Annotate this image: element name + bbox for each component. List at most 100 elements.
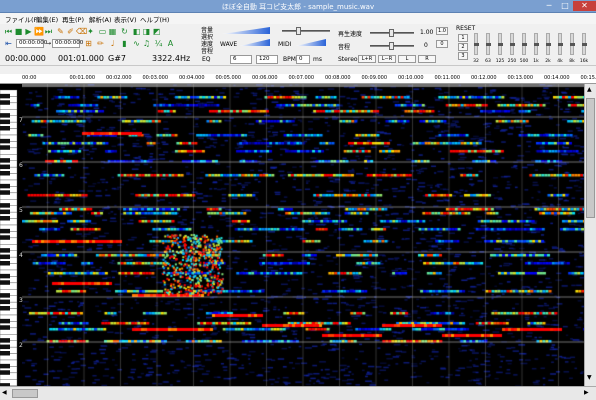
eq-band-slider[interactable]	[522, 33, 527, 55]
black-key[interactable]	[0, 145, 10, 150]
eq-band-slider[interactable]	[474, 33, 479, 55]
pitch-slider[interactable]	[370, 42, 414, 50]
black-key[interactable]	[0, 158, 10, 163]
loop-icon[interactable]: ↻	[120, 27, 129, 36]
range-start-icon[interactable]: ⇤	[4, 39, 13, 48]
marker-icon[interactable]: ✦	[86, 27, 95, 36]
scroll-down-icon[interactable]: ▼	[587, 374, 594, 382]
eq-band-slider[interactable]	[546, 33, 551, 55]
black-key[interactable]	[0, 363, 10, 369]
black-key[interactable]	[0, 113, 10, 118]
black-key[interactable]	[0, 273, 10, 279]
black-key[interactable]	[0, 183, 10, 189]
black-key[interactable]	[0, 370, 10, 375]
preset-2-button[interactable]: 2	[458, 43, 468, 51]
black-key[interactable]	[0, 338, 10, 343]
menu-view[interactable]: 表示(V)	[114, 14, 137, 24]
black-key[interactable]	[0, 190, 10, 195]
eq-band-slider[interactable]	[534, 33, 539, 55]
maximize-button[interactable]: □	[557, 1, 573, 11]
fast-forward-icon[interactable]: ⏩	[34, 27, 44, 36]
black-key[interactable]	[0, 248, 10, 253]
black-key[interactable]	[0, 344, 10, 350]
menu-play[interactable]: 再生(P)	[62, 14, 84, 24]
black-key[interactable]	[0, 318, 10, 324]
note-icon[interactable]: ♩	[108, 39, 117, 48]
select-icon[interactable]: ▭	[98, 27, 107, 36]
view1-icon[interactable]: ◧	[132, 27, 141, 36]
black-key[interactable]	[0, 293, 10, 298]
playback-speed-slider[interactable]	[370, 29, 414, 37]
note-alt-icon[interactable]: ▮	[120, 39, 129, 48]
range-start-input[interactable]: 00:00:000	[16, 39, 47, 48]
minimize-button[interactable]: ─	[541, 1, 557, 11]
fraction-icon[interactable]: ¼	[154, 39, 163, 48]
vertical-scroll-thumb[interactable]	[586, 98, 595, 218]
ms-input[interactable]: 0	[296, 55, 310, 64]
speed-reset-button[interactable]: 1.0	[436, 27, 448, 35]
midi-ramp[interactable]	[296, 39, 326, 46]
range-end-input[interactable]: 00:00:000	[52, 39, 83, 48]
black-key[interactable]	[0, 235, 10, 240]
menu-help[interactable]: ヘルプ(H)	[140, 14, 169, 24]
view2-icon[interactable]: ◨	[142, 27, 151, 36]
menu-file[interactable]: ファイル(F)	[5, 14, 40, 24]
pitch-reset-button[interactable]: 0	[436, 40, 448, 48]
black-key[interactable]	[0, 209, 10, 215]
brush-icon[interactable]: ✏	[96, 39, 105, 48]
black-key[interactable]	[0, 93, 10, 99]
black-key[interactable]	[0, 280, 10, 285]
preset-1-button[interactable]: 1	[458, 34, 468, 42]
time-ruler[interactable]: 00:00 00:01.000 00:02.000 00:03.000 00:04.00…	[0, 74, 596, 84]
grid-icon[interactable]: ▦	[108, 27, 117, 36]
vertical-scrollbar[interactable]: ▲ ▼	[584, 84, 596, 386]
spectrum-view[interactable]: 7 6 5 4 3 2	[0, 84, 596, 386]
eq-reset-label[interactable]: RESET	[456, 25, 475, 32]
eq-band-slider[interactable]	[558, 33, 563, 55]
black-key[interactable]	[0, 325, 10, 330]
preset-3-button[interactable]: 3	[458, 52, 468, 60]
close-button[interactable]: ✕	[573, 1, 596, 11]
black-key[interactable]	[0, 261, 10, 266]
stereo-r-button[interactable]: R	[418, 55, 436, 63]
play-icon[interactable]: ▶	[24, 27, 33, 36]
pen-alt-icon[interactable]: ✐	[66, 27, 75, 36]
volume-slider[interactable]	[282, 27, 330, 35]
black-key[interactable]	[0, 171, 10, 176]
eq-band-slider[interactable]	[582, 33, 587, 55]
scroll-left-icon[interactable]: ◀	[2, 389, 7, 396]
pen-icon[interactable]: ✎	[56, 27, 65, 36]
eq-input[interactable]: 6	[230, 55, 252, 64]
black-key[interactable]	[0, 299, 10, 305]
black-key[interactable]	[0, 216, 10, 221]
horizontal-scroll-thumb[interactable]	[12, 389, 38, 398]
black-key[interactable]	[0, 164, 10, 170]
spectrogram-canvas[interactable]	[22, 84, 584, 386]
black-key[interactable]	[0, 203, 10, 208]
scroll-right-icon[interactable]: ▶	[584, 389, 589, 396]
black-key[interactable]	[0, 228, 10, 234]
stop-icon[interactable]: ■	[14, 27, 23, 36]
stereo-l-button[interactable]: L	[398, 55, 416, 63]
black-key[interactable]	[0, 351, 10, 356]
black-key[interactable]	[0, 100, 10, 105]
black-key[interactable]	[0, 138, 10, 144]
wave-ramp[interactable]	[240, 39, 270, 46]
split-icon[interactable]: ⊞	[84, 39, 93, 48]
harmonic-icon[interactable]: ♫	[142, 39, 151, 48]
menu-analyze[interactable]: 解析(A)	[89, 14, 112, 24]
black-key[interactable]	[0, 306, 10, 311]
eq-band-slider[interactable]	[510, 33, 515, 55]
view3-icon[interactable]: ◩	[152, 27, 161, 36]
black-key[interactable]	[0, 119, 10, 125]
eraser-icon[interactable]: ⌫	[76, 27, 87, 36]
bpm-input[interactable]: 120	[256, 55, 278, 64]
wave-icon[interactable]: ∿	[132, 39, 141, 48]
black-key[interactable]	[0, 254, 10, 260]
text-size-icon[interactable]: A	[166, 39, 175, 48]
stereo-l-minus-r-button[interactable]: L−R	[378, 55, 396, 63]
scroll-up-icon[interactable]: ▲	[587, 86, 594, 94]
skip-forward-icon[interactable]: ⏭	[44, 27, 53, 36]
horizontal-scrollbar[interactable]: ◀ ▶	[0, 386, 596, 400]
eq-band-slider[interactable]	[570, 33, 575, 55]
